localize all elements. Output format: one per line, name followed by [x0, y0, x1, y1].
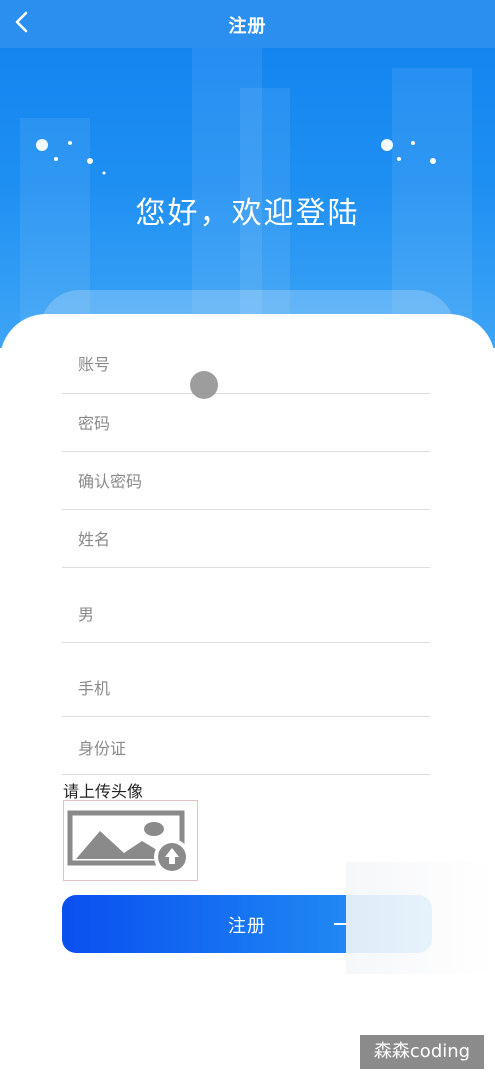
gender-select[interactable]: 男 [62, 567, 430, 643]
account-input[interactable]: 账号 [62, 337, 430, 394]
touch-indicator [190, 371, 218, 399]
name-placeholder: 姓名 [78, 530, 111, 549]
phone-placeholder: 手机 [78, 679, 111, 698]
welcome-heading: 您好，欢迎登陆 [135, 196, 360, 231]
password-placeholder: 密码 [78, 414, 111, 433]
image-upload-icon [67, 810, 190, 875]
sparkle-decoration-right [381, 139, 436, 164]
confirm-password-placeholder: 确认密码 [78, 472, 143, 491]
sparkle-decoration-left [36, 139, 106, 175]
top-nav-bar: 注册 [0, 0, 495, 48]
avatar-upload-button[interactable] [63, 800, 198, 881]
phone-input[interactable]: 手机 [62, 642, 430, 717]
id-card-placeholder: 身份证 [78, 739, 127, 758]
screen-overlay-artifact [346, 862, 495, 974]
account-placeholder: 账号 [78, 355, 111, 374]
name-input[interactable]: 姓名 [62, 509, 430, 568]
watermark: 森森coding [360, 1035, 484, 1069]
confirm-password-input[interactable]: 确认密码 [62, 451, 430, 510]
avatar-upload-label: 请上传头像 [63, 782, 144, 801]
gender-value: 男 [78, 605, 95, 624]
page-title: 注册 [228, 16, 267, 37]
id-card-input[interactable]: 身份证 [62, 716, 430, 775]
password-input[interactable]: 密码 [62, 393, 430, 452]
